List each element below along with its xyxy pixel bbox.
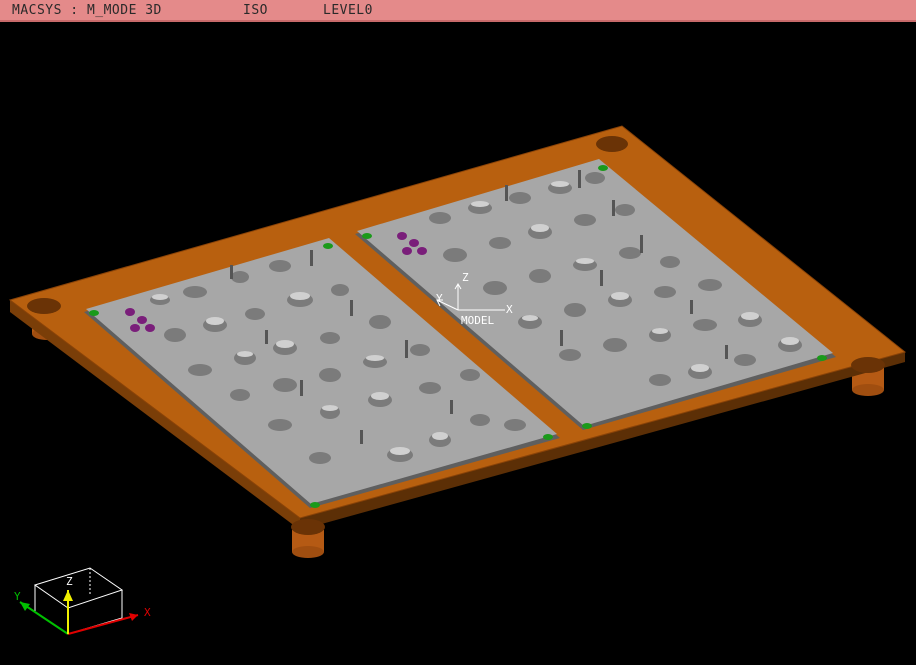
model-axis-x-label: X (506, 303, 513, 316)
view-cube[interactable] (19, 567, 139, 635)
status-bar: MACSYS : M_MODE 3D ISO LEVEL0 (0, 0, 916, 22)
cad-window: MACSYS : M_MODE 3D ISO LEVEL0 Z X Y MODE… (0, 0, 916, 665)
model-axis-y-label: Y (436, 292, 443, 305)
mode-text: MACSYS : M_MODE 3D (12, 3, 162, 18)
level-text[interactable]: LEVEL0 (323, 3, 373, 18)
view-cube-x-label: X (144, 606, 151, 619)
model-axis-label: MODEL (461, 314, 494, 327)
view-cube-z-label: Z (66, 575, 73, 588)
view-text[interactable]: ISO (243, 3, 268, 18)
model-axis-z-label: Z (462, 271, 469, 284)
view-cube-y-label: Y (14, 590, 21, 603)
view-cube-x-axis (67, 614, 139, 635)
3d-viewport[interactable]: Z X Y MODEL X Y Z (0, 22, 916, 665)
scene[interactable]: Z X Y MODEL X Y Z (0, 22, 916, 665)
